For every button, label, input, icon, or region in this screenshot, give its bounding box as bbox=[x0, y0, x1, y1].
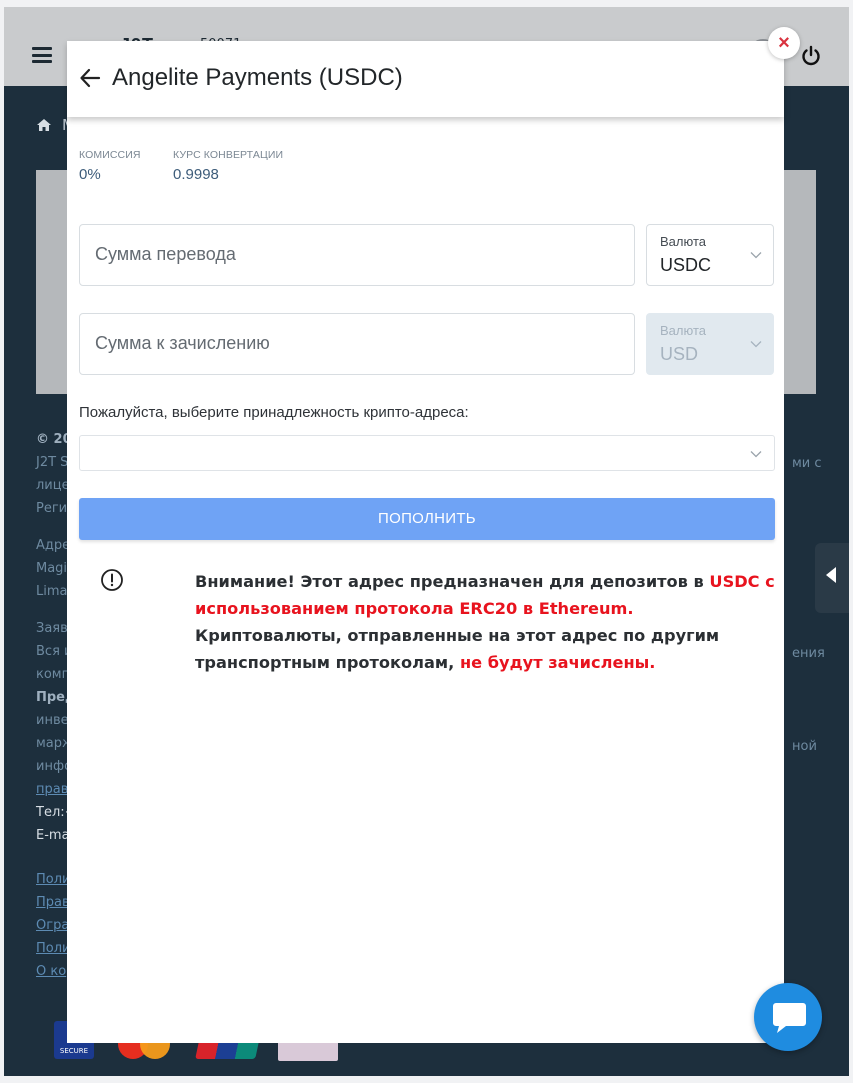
commission-value: 0% bbox=[79, 166, 101, 183]
close-modal-button[interactable]: × bbox=[768, 27, 800, 59]
footer-text: ной bbox=[792, 739, 817, 754]
chevron-down-icon bbox=[750, 252, 762, 259]
info-alert-icon bbox=[101, 569, 123, 591]
footer-text: ми с bbox=[792, 456, 822, 471]
currency-value: USD bbox=[660, 344, 699, 364]
address-affiliation-select[interactable] bbox=[79, 435, 775, 471]
chevron-down-icon bbox=[750, 451, 762, 458]
credit-amount-placeholder: Сумма к зачислению bbox=[95, 333, 270, 353]
credit-amount-input[interactable]: Сумма к зачислению bbox=[79, 313, 635, 375]
footer-text: ения bbox=[792, 646, 825, 661]
deposit-modal: Angelite Payments (USDC) КОМИССИЯ 0% КУР… bbox=[67, 41, 784, 1043]
transfer-amount-input[interactable]: Сумма перевода bbox=[79, 224, 635, 286]
currency-label: Валюта bbox=[660, 323, 706, 338]
menu-icon[interactable] bbox=[32, 47, 52, 63]
modal-title: Angelite Payments (USDC) bbox=[112, 64, 403, 91]
back-arrow-icon[interactable] bbox=[79, 67, 101, 89]
commission-stat: КОМИССИЯ 0% bbox=[79, 149, 141, 183]
transfer-amount-placeholder: Сумма перевода bbox=[95, 244, 236, 264]
chat-icon bbox=[773, 1003, 806, 1033]
commission-label: КОМИССИЯ bbox=[79, 149, 141, 161]
deposit-submit-button[interactable]: ПОПОЛНИТЬ bbox=[79, 498, 775, 540]
warning-text-part: Внимание! Этот адрес предназначен для де… bbox=[195, 572, 710, 591]
rate-label: КУРС КОНВЕРТАЦИИ bbox=[173, 149, 284, 161]
chat-button[interactable] bbox=[754, 983, 822, 1051]
rate-stat: КУРС КОНВЕРТАЦИИ 0.9998 bbox=[173, 149, 283, 183]
currency-label: Валюта bbox=[660, 234, 706, 249]
deposit-warning-text: Внимание! Этот адрес предназначен для де… bbox=[195, 568, 775, 676]
home-icon[interactable] bbox=[36, 118, 52, 132]
amount-currency-select[interactable]: Валюта USDC bbox=[646, 224, 774, 286]
chevron-down-icon bbox=[750, 341, 762, 348]
modal-header: Angelite Payments (USDC) bbox=[67, 41, 784, 117]
currency-value: USDC bbox=[660, 255, 712, 275]
side-panel-toggle[interactable] bbox=[815, 543, 849, 613]
power-icon[interactable] bbox=[800, 45, 822, 67]
credit-currency-select: Валюта USD bbox=[646, 313, 774, 375]
chevron-left-icon bbox=[826, 567, 836, 583]
rate-value: 0.9998 bbox=[173, 166, 219, 183]
address-affiliation-label: Пожалуйста, выберите принадлежность крип… bbox=[79, 404, 469, 421]
warning-highlight: не будут зачислены. bbox=[459, 653, 656, 672]
